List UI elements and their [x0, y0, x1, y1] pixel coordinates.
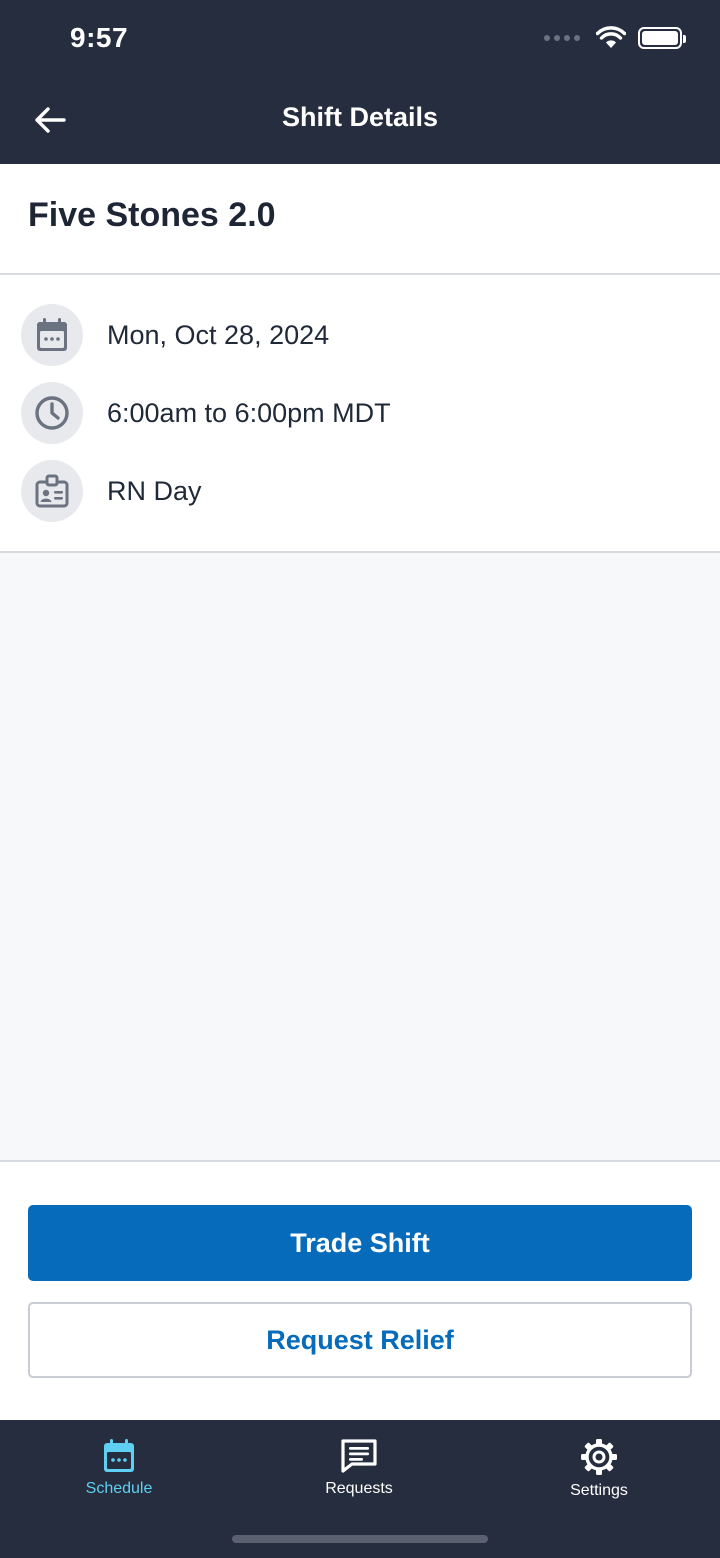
action-panel: Trade Shift Request Relief [0, 1160, 720, 1420]
shift-name: Five Stones 2.0 [28, 196, 276, 234]
request-relief-button[interactable]: Request Relief [28, 1302, 692, 1378]
trade-shift-button[interactable]: Trade Shift [28, 1205, 692, 1281]
top-bar: 9:57 Shift Details [0, 0, 720, 164]
tab-settings[interactable]: Settings [519, 1438, 679, 1508]
detail-date: Mon, Oct 28, 2024 [21, 304, 329, 366]
tab-schedule[interactable]: Schedule [39, 1438, 199, 1508]
signal-icon [544, 35, 580, 41]
shift-header: Five Stones 2.0 [0, 164, 720, 275]
shift-details: Mon, Oct 28, 2024 6:00am to 6:00pm MDT R… [0, 275, 720, 553]
message-icon [341, 1439, 377, 1473]
home-indicator [232, 1535, 488, 1543]
calendar-icon [104, 1439, 134, 1472]
tab-requests-label: Requests [325, 1480, 393, 1497]
detail-role: RN Day [21, 460, 202, 522]
detail-time: 6:00am to 6:00pm MDT [21, 382, 391, 444]
shift-date: Mon, Oct 28, 2024 [107, 319, 330, 350]
shift-time: 6:00am to 6:00pm MDT [107, 397, 391, 428]
battery-icon [638, 27, 686, 49]
status-time: 9:57 [70, 22, 129, 53]
page-title: Shift Details [281, 102, 439, 132]
id-badge-icon [21, 460, 83, 522]
status-icons [544, 26, 686, 50]
tab-requests[interactable]: Requests [279, 1438, 439, 1508]
calendar-icon [21, 304, 83, 366]
shift-role: RN Day [107, 475, 202, 506]
gear-icon [581, 1439, 617, 1475]
tab-settings-label: Settings [570, 1482, 628, 1499]
tab-schedule-label: Schedule [85, 1480, 153, 1497]
wifi-icon [596, 26, 626, 48]
clock-icon [21, 382, 83, 444]
